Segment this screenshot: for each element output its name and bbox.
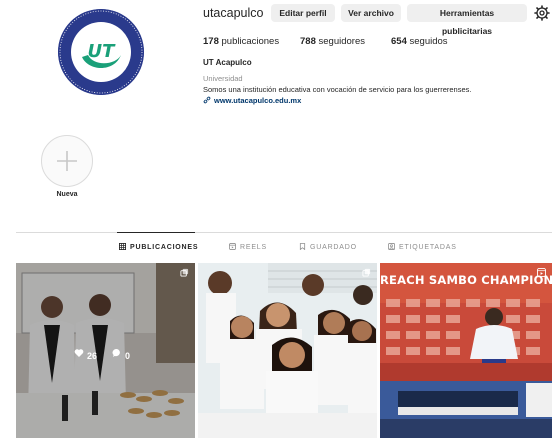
tab-label: ETIQUETADAS [399, 244, 457, 251]
followers-count: 788 [300, 36, 316, 47]
profile-username: utacapulco [203, 6, 264, 20]
post-tile[interactable] [198, 263, 377, 438]
ad-tools-button[interactable]: Herramientas publicitarias [407, 4, 527, 36]
followers-label: seguidores [318, 36, 365, 47]
bio-text: Somos una institución educativa con voca… [203, 85, 472, 94]
comment-icon [112, 348, 120, 357]
carousel-icon [180, 268, 189, 277]
likes-count: 26 [87, 350, 98, 361]
svg-text:UT: UT [88, 41, 117, 62]
tab-guardado[interactable]: GUARDADO [299, 243, 357, 251]
bio-link[interactable]: www.utacapulco.edu.mx [203, 96, 301, 105]
link-icon [203, 96, 211, 104]
tab-reels[interactable]: REELS [229, 243, 267, 251]
tab-label: REELS [240, 244, 267, 251]
tab-label: GUARDADO [310, 244, 357, 251]
following-label: seguidos [409, 36, 448, 47]
tab-etiquetadas[interactable]: ETIQUETADAS [388, 243, 457, 251]
ut-logo: UT [58, 9, 144, 95]
bio-name: UT Acapulco [203, 58, 252, 67]
active-tab-indicator [117, 232, 195, 233]
post-banner-text: REACH SAMBO CHAMPIONSHIP [380, 273, 552, 287]
bio-category: Universidad [203, 74, 243, 83]
grid-icon [119, 243, 126, 250]
gear-icon[interactable] [534, 5, 550, 21]
post-tile[interactable]: REACH SAMBO CHAMPIONSHIP [380, 263, 552, 438]
following-count: 654 [391, 36, 407, 47]
posts-count: 178 [203, 36, 219, 47]
following-stat[interactable]: 654 seguidos [391, 36, 448, 47]
bookmark-icon [299, 243, 306, 250]
tag-icon [388, 243, 395, 250]
tab-label: PUBLICACIONES [130, 244, 199, 251]
reels-icon [537, 268, 546, 277]
post-tile[interactable]: 26 0 [16, 263, 195, 438]
view-archive-button[interactable]: Ver archivo [341, 4, 401, 22]
carousel-icon [362, 268, 371, 277]
post-image [380, 263, 552, 438]
reels-icon [229, 243, 236, 250]
profile-avatar[interactable]: UT [58, 9, 144, 95]
tabs-divider [16, 232, 552, 233]
highlight-label: Nueva [56, 191, 78, 198]
plus-icon [57, 151, 77, 171]
post-stats: 26 0 [74, 348, 130, 361]
tab-publicaciones[interactable]: PUBLICACIONES [119, 243, 198, 251]
followers-stat[interactable]: 788 seguidores [300, 36, 365, 47]
bio-link-text: www.utacapulco.edu.mx [214, 96, 302, 105]
comments-count: 0 [125, 350, 131, 361]
post-image [198, 263, 377, 438]
posts-label: publicaciones [221, 36, 280, 47]
new-highlight-button[interactable] [41, 135, 93, 187]
heart-icon [74, 349, 84, 357]
edit-profile-button[interactable]: Editar perfil [271, 4, 335, 22]
posts-stat: 178 publicaciones [203, 36, 279, 47]
